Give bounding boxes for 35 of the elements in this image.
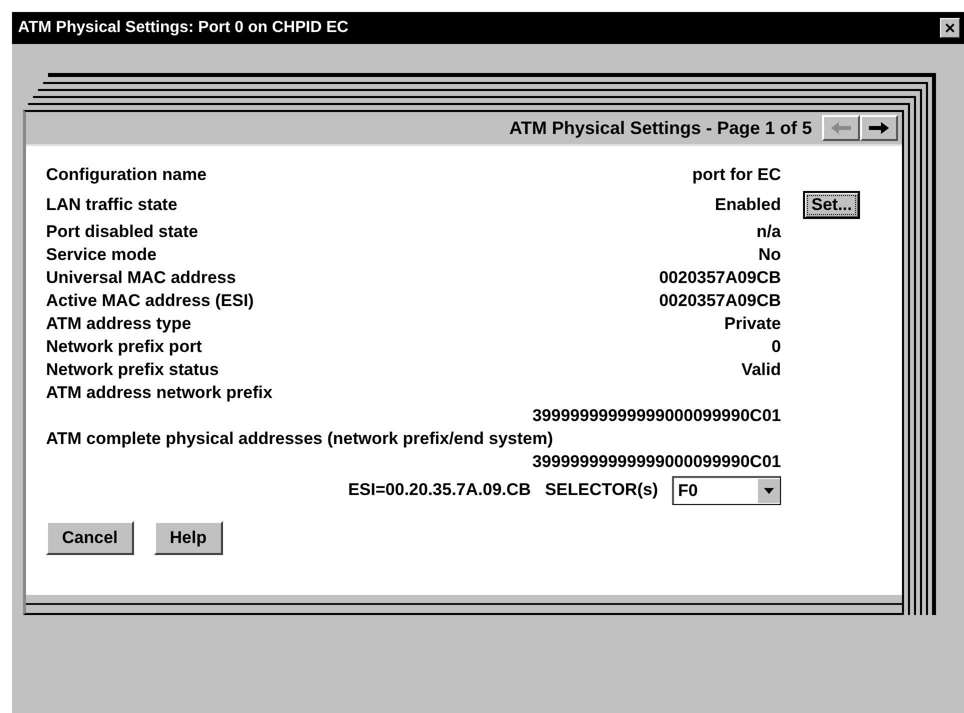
field-value: 0 — [770, 336, 781, 356]
field-label: Universal MAC address — [46, 268, 237, 288]
left-arrow-icon — [830, 121, 852, 135]
close-button[interactable]: × — [940, 18, 960, 38]
field-value: Valid — [740, 360, 781, 380]
field-label: Service mode — [46, 244, 158, 264]
field-label: Configuration name — [46, 165, 208, 185]
field-value: n/a — [755, 222, 781, 242]
field-value: 0020357A09CB — [658, 290, 781, 310]
field-value: 39999999999999000099990C01 — [532, 452, 781, 472]
selector-dropdown[interactable]: F0 — [672, 476, 781, 504]
page-title: ATM Physical Settings - Page 1 of 5 — [509, 118, 812, 138]
field-value: port for EC — [691, 165, 781, 185]
field-label: Network prefix port — [46, 336, 203, 356]
field-label: ATM address type — [46, 314, 192, 334]
field-value: 0020357A09CB — [658, 268, 781, 288]
field-label: Active MAC address (ESI) — [46, 290, 255, 310]
field-label: ATM address network prefix — [46, 382, 274, 402]
next-page-button[interactable] — [860, 115, 898, 141]
esi-text: ESI=00.20.35.7A.09.CB — [348, 480, 531, 500]
dialog-button[interactable]: Cancel — [46, 521, 134, 555]
field-label: Port disabled state — [46, 222, 200, 242]
dialog-button[interactable]: Help — [154, 521, 223, 555]
field-label: LAN traffic state — [46, 195, 178, 215]
field-value: 39999999999999000099990C01 — [532, 406, 781, 426]
right-arrow-icon — [868, 121, 890, 135]
dropdown-arrow-icon — [764, 488, 774, 494]
set-button[interactable]: Set... — [803, 191, 860, 219]
selector-label: SELECTOR(s) — [544, 480, 658, 500]
field-label: Network prefix status — [46, 360, 220, 380]
field-value: Private — [723, 314, 781, 334]
field-value: Enabled — [714, 195, 781, 215]
field-value: No — [757, 244, 781, 264]
window-title: ATM Physical Settings: Port 0 on CHPID EC — [18, 19, 348, 37]
field-label: ATM complete physical addresses (network prefix/end system) — [46, 428, 554, 448]
